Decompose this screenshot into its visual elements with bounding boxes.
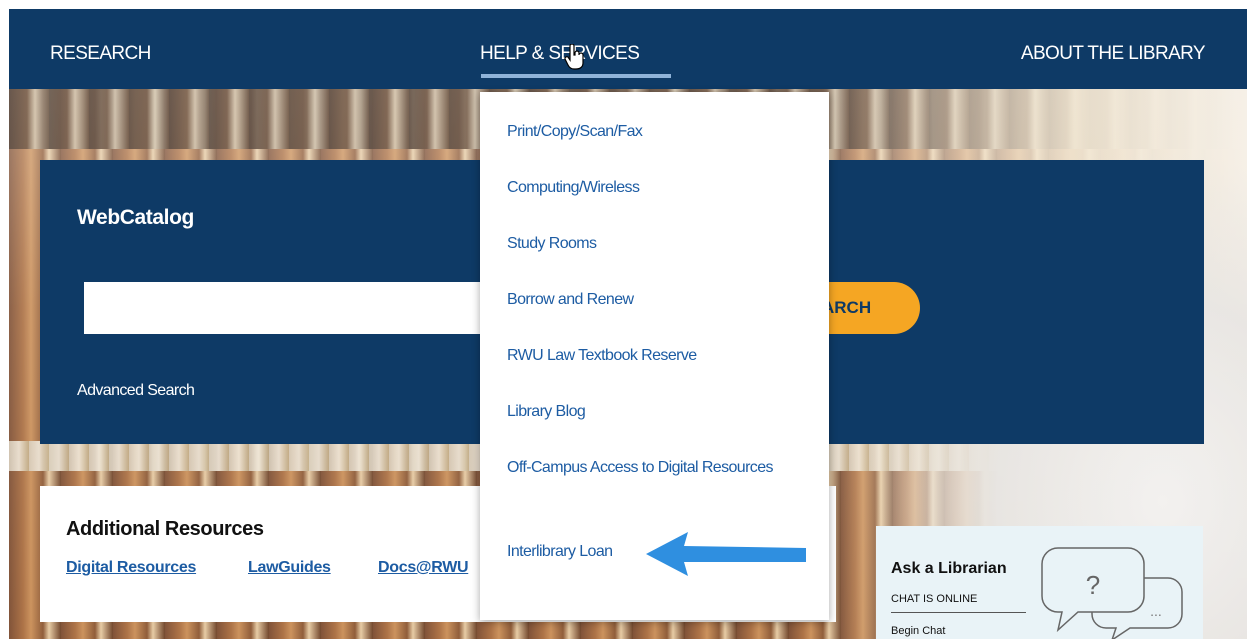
bubble-question-mark: ? — [1086, 570, 1100, 600]
ask-librarian-title: Ask a Librarian — [891, 560, 1007, 577]
menu-item-textbook-reserve[interactable]: RWU Law Textbook Reserve — [507, 343, 807, 369]
nav-research[interactable]: RESEARCH — [50, 43, 151, 65]
top-nav-bar: RESEARCH HELP & SERVICES ABOUT THE LIBRA… — [9, 9, 1247, 89]
annotation-arrow-icon — [646, 532, 806, 576]
menu-item-library-blog[interactable]: Library Blog — [507, 399, 807, 425]
nav-active-underline — [481, 74, 671, 78]
menu-item-study-rooms[interactable]: Study Rooms — [507, 231, 807, 257]
ask-divider — [891, 612, 1026, 613]
menu-item-off-campus-access[interactable]: Off-Campus Access to Digital Resources — [507, 455, 797, 481]
docs-rwu-link[interactable]: Docs@RWU — [378, 559, 469, 577]
bubble-dots: ... — [1150, 603, 1162, 619]
chat-status: CHAT IS ONLINE — [891, 593, 978, 605]
hand-cursor-icon — [564, 44, 584, 70]
nav-about-library[interactable]: ABOUT THE LIBRARY — [1021, 43, 1206, 65]
menu-item-computing-wireless[interactable]: Computing/Wireless — [507, 175, 807, 201]
begin-chat-link[interactable]: Begin Chat — [891, 625, 945, 637]
ask-a-librarian-widget[interactable]: Ask a Librarian CHAT IS ONLINE Begin Cha… — [876, 526, 1203, 639]
catalog-search-input[interactable] — [84, 282, 504, 334]
lawguides-link[interactable]: LawGuides — [248, 559, 331, 577]
digital-resources-link[interactable]: Digital Resources — [66, 559, 196, 577]
menu-item-borrow-renew[interactable]: Borrow and Renew — [507, 287, 807, 313]
menu-item-print-copy-scan-fax[interactable]: Print/Copy/Scan/Fax — [507, 119, 807, 145]
nav-help-services[interactable]: HELP & SERVICES — [480, 43, 640, 65]
chat-bubbles-icon: ? ... — [1041, 547, 1183, 639]
additional-resources-title: Additional Resources — [66, 518, 264, 540]
webcatalog-title: WebCatalog — [77, 206, 194, 229]
advanced-search-link[interactable]: Advanced Search — [77, 382, 195, 400]
